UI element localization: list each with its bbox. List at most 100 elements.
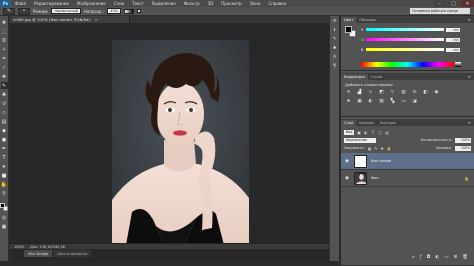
gradient-map-icon[interactable]: ▭ [400,98,407,104]
new-adjustment-layer-icon[interactable]: ◐ [435,255,439,261]
brush-preset-icon[interactable]: ✎ [3,7,15,15]
menu-image[interactable]: Изображение [73,1,110,6]
visibility-eye-icon[interactable]: ◉ [344,158,350,164]
brightness-contrast-icon[interactable]: ☀ [345,89,352,95]
filter-type-icon[interactable]: T [370,130,375,135]
layer-filter-select[interactable]: Вид [344,129,355,135]
character-panel-icon[interactable]: A [331,54,338,60]
menu-file[interactable]: Файл [11,1,30,6]
marquee-tool-icon[interactable]: ⬚ [1,28,8,35]
lock-all-icon[interactable]: 🔒 [387,146,392,151]
tab-timeline[interactable]: Шкала времени [53,250,92,257]
blur-tool-icon[interactable]: ◆ [1,127,8,134]
document-info[interactable]: Док: 136,1K/345,4K [30,245,65,249]
layer-fill-input[interactable]: 100% [455,145,471,151]
hue-saturation-icon[interactable]: ▥ [400,89,407,95]
color-swatches[interactable] [0,203,8,212]
tab-channels[interactable]: Каналы [356,120,376,126]
tab-adjustments[interactable]: Коррекция [341,74,368,80]
image-canvas[interactable] [112,40,249,245]
photo-filter-icon[interactable]: ◉ [433,89,440,95]
tab-color[interactable]: Цвет [341,17,357,23]
exposure-icon[interactable]: ◩ [378,89,385,95]
maximize-button[interactable]: □ [447,0,460,7]
slider-red[interactable]: R 255 [361,27,469,32]
properties-panel-icon[interactable]: ℹ [331,27,338,33]
lock-transparent-icon[interactable]: ▦ [368,146,372,151]
menu-text[interactable]: Текст [128,1,148,6]
color-spectrum-bar[interactable] [361,62,454,67]
tab-mini-bridge[interactable]: Mini Bridge [24,250,53,257]
filter-adjustment-icon[interactable]: ◐ [363,130,368,135]
brush-tool-icon[interactable]: ✎ [0,82,8,89]
clone-stamp-tool-icon[interactable]: ♣ [1,91,8,98]
lock-pixels-icon[interactable]: ✎ [374,146,377,151]
menu-edit[interactable]: Редактирование [30,1,73,6]
eraser-tool-icon[interactable]: ▱ [1,109,8,116]
crop-tool-icon[interactable]: ⌗ [1,55,8,62]
menu-select[interactable]: Выделение [148,1,180,6]
close-button[interactable]: ✕ [461,0,474,7]
color-panel-foreground[interactable] [345,26,352,33]
layer-style-icon[interactable]: ƒ [420,255,422,261]
panel-menu-icon[interactable]: ≡ [468,74,474,79]
layer-opacity-input[interactable]: 100% [455,137,471,143]
slider-red-value[interactable]: 255 [446,27,460,32]
healing-brush-tool-icon[interactable]: ✚ [1,73,8,80]
menu-view[interactable]: Просмотр [217,1,246,6]
document-tab-close-icon[interactable]: × [95,17,98,22]
layer-name[interactable]: Фон копия [371,159,391,163]
gradient-swatch[interactable] [124,8,134,14]
opacity-input[interactable]: 45% [107,8,121,14]
color-balance-icon[interactable]: ⚖ [411,89,418,95]
hand-tool-icon[interactable]: ✋ [1,181,8,188]
blend-mode-select[interactable]: Нормальные [344,137,376,143]
posterize-icon[interactable]: ▨ [378,98,385,104]
layer-name[interactable]: Фон [371,176,379,180]
type-tool-icon[interactable]: T [1,154,8,161]
menu-window[interactable]: Окно [246,1,265,6]
pen-tool-icon[interactable]: ✒ [1,145,8,152]
new-layer-icon[interactable]: ⊞ [454,255,458,261]
menu-3d[interactable]: 3D [204,1,218,6]
shape-tool-icon[interactable]: ■ [1,172,8,179]
layer-row-background-copy[interactable]: ◉ Фон копия [341,153,474,170]
slider-blue[interactable]: B 255 [361,47,469,52]
filter-smart-icon[interactable]: ▤ [384,130,389,135]
threshold-icon[interactable]: ▚ [389,98,396,104]
clone-source-panel-icon[interactable]: ♣ [331,45,338,51]
foreground-color-swatch[interactable] [0,203,5,208]
workspace-select[interactable]: Основная рабочая среда [410,8,470,14]
menu-help[interactable]: Справка [264,1,290,6]
new-group-icon[interactable]: ▭ [444,255,448,261]
black-white-ramp[interactable] [455,62,461,67]
eyedropper-tool-icon[interactable]: ⁄ [1,64,8,71]
history-panel-icon[interactable]: ⟲ [331,18,338,24]
visibility-eye-icon[interactable]: ◉ [344,175,350,181]
screen-mode-icon[interactable]: ▣ [1,223,8,230]
add-mask-icon[interactable]: ◘ [427,255,431,261]
quick-mask-icon[interactable]: ◎ [1,214,8,221]
history-brush-tool-icon[interactable]: ↺ [1,100,8,107]
slider-blue-value[interactable]: 255 [446,47,460,52]
black-white-icon[interactable]: ◧ [422,89,429,95]
color-panel-swatches[interactable] [345,26,357,38]
slider-red-track[interactable] [366,28,444,31]
selective-color-icon[interactable]: ◪ [411,98,418,104]
paragraph-panel-icon[interactable]: ¶ [331,63,338,69]
option-checkbox[interactable] [137,9,141,13]
panel-menu-icon[interactable]: ≡ [468,120,474,125]
gradient-tool-icon[interactable]: ▤ [1,118,8,125]
slider-green[interactable]: G 255 [361,37,469,42]
dodge-tool-icon[interactable]: ● [1,136,8,143]
delete-layer-icon[interactable]: 🗑 [462,255,468,261]
curves-icon[interactable]: ∿ [367,89,374,95]
link-layers-icon[interactable]: ∞ [411,255,415,261]
slider-green-value[interactable]: 255 [446,37,460,42]
tab-swatches[interactable]: Образцы [356,17,379,23]
tab-layers[interactable]: Слои [341,120,357,126]
tab-styles[interactable]: Стили [368,74,386,80]
brush-size-picker[interactable]: • [18,7,30,15]
layer-row-background[interactable]: ◉ Фон 🔒 [341,170,474,187]
path-select-tool-icon[interactable]: ➤ [1,163,8,170]
